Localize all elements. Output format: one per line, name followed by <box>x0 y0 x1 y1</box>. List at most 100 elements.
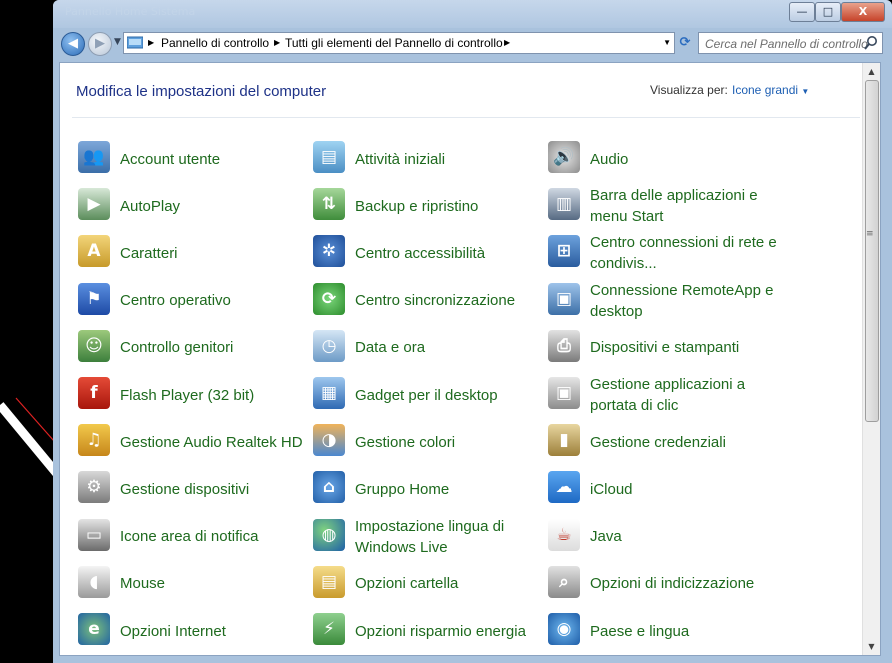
control-panel-item[interactable]: ⊞ Centro connessioni di rete e condivis..… <box>548 231 777 275</box>
flash-icon: f <box>78 377 110 409</box>
item-label[interactable]: Controllo genitori <box>120 326 320 370</box>
item-label[interactable]: Backup e ripristino <box>355 184 555 228</box>
control-panel-item[interactable]: ✲ Centro accessibilità <box>313 231 541 275</box>
control-panel-item[interactable]: ⌂ Gruppo Home <box>313 467 541 511</box>
scroll-up-arrow-icon[interactable]: ▲ <box>863 63 880 80</box>
search-box[interactable]: Cerca nel Pannello di controllo <box>698 32 883 54</box>
refresh-icon[interactable]: ⟳ <box>677 35 693 51</box>
item-label[interactable]: Paese e lingua <box>590 609 790 653</box>
control-panel-item[interactable]: ☕ Java <box>548 515 776 559</box>
breadcrumb-separator-icon[interactable]: ▶ <box>504 38 510 47</box>
control-panel-item[interactable]: ☺ Controllo genitori <box>78 326 306 370</box>
item-label[interactable]: Centro connessioni di rete e condivis... <box>590 231 790 275</box>
page-title: Modifica le impostazioni del computer <box>76 83 327 100</box>
item-label[interactable]: iCloud <box>590 467 790 511</box>
control-panel-item[interactable]: ◷ Data e ora <box>313 326 541 370</box>
item-label[interactable]: Gestione colori <box>355 420 555 464</box>
item-label[interactable]: Audio <box>590 137 790 181</box>
item-label[interactable]: Gestione credenziali <box>590 420 790 464</box>
control-panel-item[interactable]: f Flash Player (32 bit) <box>78 373 306 417</box>
control-panel-item[interactable]: e Opzioni Internet <box>78 609 306 653</box>
control-panel-item[interactable]: ◍ Impostazione lingua di Windows Live <box>313 515 541 559</box>
item-label[interactable]: Opzioni cartella <box>355 562 555 606</box>
item-label[interactable]: Caratteri <box>120 231 320 275</box>
control-panel-item[interactable]: ◑ Gestione colori <box>313 420 541 464</box>
search-icon[interactable] <box>863 35 879 51</box>
control-panel-item[interactable]: ▤ Attività iniziali <box>313 137 541 181</box>
control-panel-item[interactable]: ⚑ Centro operativo <box>78 279 306 323</box>
address-bar[interactable]: ▶ Pannello di controllo ▶ Tutti gli elem… <box>123 32 675 54</box>
item-label[interactable]: Gestione applicazioni a portata di clic <box>590 373 790 417</box>
item-label[interactable]: Dispositivi e stampanti <box>590 326 790 370</box>
back-button[interactable]: ◀ <box>61 32 85 56</box>
item-label[interactable]: Attività iniziali <box>355 137 555 181</box>
action-center-flag-icon: ⚑ <box>78 282 110 315</box>
control-panel-item[interactable]: ▶ AutoPlay <box>78 184 306 228</box>
vertical-scrollbar[interactable]: ▲ ≡ ▼ <box>862 63 880 655</box>
item-label[interactable]: Opzioni Internet <box>120 609 320 653</box>
breadcrumb-all-items[interactable]: Tutti gli elementi del Pannello di contr… <box>285 36 503 50</box>
item-label[interactable]: Connessione RemoteApp e desktop <box>590 279 790 323</box>
item-label[interactable]: Account utente <box>120 137 320 181</box>
title-bar-ghost-text: Pannello Home Sistema <box>65 5 196 18</box>
control-panel-item[interactable]: ⇅ Backup e ripristino <box>313 184 541 228</box>
minimize-button[interactable]: — <box>789 2 815 22</box>
item-label[interactable]: Centro sincronizzazione <box>355 279 555 323</box>
control-panel-item[interactable]: ▣ Connessione RemoteApp e desktop <box>548 279 776 323</box>
close-button[interactable]: X <box>841 2 885 22</box>
control-panel-item[interactable]: ⌕ Opzioni di indicizzazione <box>548 562 776 606</box>
control-panel-item[interactable]: ◖ Mouse <box>78 562 306 606</box>
control-panel-item[interactable]: A Caratteri <box>78 231 306 275</box>
title-bar[interactable]: Pannello Home Sistema — □ X <box>53 0 892 28</box>
item-label[interactable]: Icone area di notifica <box>120 515 320 559</box>
recent-pages-dropdown-icon[interactable]: ▼ <box>114 37 121 47</box>
control-panel-item[interactable]: ♫ Gestione Audio Realtek HD <box>78 420 306 464</box>
scroll-down-arrow-icon[interactable]: ▼ <box>863 638 880 655</box>
address-dropdown-icon[interactable]: ▼ <box>663 38 671 47</box>
scrollbar-thumb[interactable] <box>865 80 879 422</box>
breadcrumb-separator-icon[interactable]: ▶ <box>148 38 154 47</box>
maximize-button[interactable]: □ <box>815 2 841 22</box>
breadcrumb-separator-icon[interactable]: ▶ <box>274 38 280 47</box>
control-panel-item[interactable]: ⎙ Dispositivi e stampanti <box>548 326 776 370</box>
forward-button[interactable]: ▶ <box>88 32 112 56</box>
item-label[interactable]: Gestione Audio Realtek HD <box>120 420 320 464</box>
control-panel-item[interactable]: ⚙ Gestione dispositivi <box>78 467 306 511</box>
item-label[interactable]: Centro accessibilità <box>355 231 555 275</box>
control-panel-item[interactable]: ⚡ Opzioni risparmio energia <box>313 609 541 653</box>
mouse-icon: ◖ <box>78 565 110 598</box>
control-panel-item[interactable]: ◉ Paese e lingua <box>548 609 776 653</box>
control-panel-item[interactable]: 🔊 Audio <box>548 137 776 181</box>
control-panel-item[interactable]: 👥 Account utente <box>78 137 306 181</box>
item-label[interactable]: Flash Player (32 bit) <box>120 373 320 417</box>
item-label[interactable]: AutoPlay <box>120 184 320 228</box>
item-label[interactable]: Centro operativo <box>120 279 320 323</box>
speaker-icon: 🔊 <box>548 141 580 173</box>
item-label[interactable]: Barra delle applicazioni e menu Start <box>590 184 790 228</box>
breadcrumb-control-panel[interactable]: Pannello di controllo <box>161 36 269 50</box>
indexing-icon: ⌕ <box>548 565 580 598</box>
control-panel-item[interactable]: ▥ Barra delle applicazioni e menu Start <box>548 184 776 228</box>
gadgets-icon: ▦ <box>313 377 345 409</box>
item-label[interactable]: Opzioni di indicizzazione <box>590 562 790 606</box>
control-panel-item[interactable]: ▤ Opzioni cartella <box>313 562 541 606</box>
control-panel-item[interactable]: ▣ Gestione applicazioni a portata di clic <box>548 373 776 417</box>
control-panel-item[interactable]: ▮ Gestione credenziali <box>548 420 776 464</box>
view-by-dropdown[interactable]: Icone grandi ▼ <box>732 83 809 97</box>
homegroup-icon: ⌂ <box>313 471 345 504</box>
item-label[interactable]: Data e ora <box>355 326 555 370</box>
java-icon: ☕ <box>548 518 580 551</box>
control-panel-item[interactable]: ▦ Gadget per il desktop <box>313 373 541 417</box>
internet-options-icon: e <box>78 613 110 645</box>
item-label[interactable]: Impostazione lingua di Windows Live <box>355 515 555 559</box>
control-panel-item[interactable]: ☁ iCloud <box>548 467 776 511</box>
item-label[interactable]: Java <box>590 515 790 559</box>
item-label[interactable]: Opzioni risparmio energia <box>355 609 555 653</box>
item-label[interactable]: Gadget per il desktop <box>355 373 555 417</box>
control-panel-item[interactable]: ▭ Icone area di notifica <box>78 515 306 559</box>
control-panel-item[interactable]: ⟳ Centro sincronizzazione <box>313 279 541 323</box>
control-panel-folder-icon <box>127 36 143 49</box>
item-label[interactable]: Gruppo Home <box>355 467 555 511</box>
item-label[interactable]: Gestione dispositivi <box>120 467 320 511</box>
item-label[interactable]: Mouse <box>120 562 320 606</box>
